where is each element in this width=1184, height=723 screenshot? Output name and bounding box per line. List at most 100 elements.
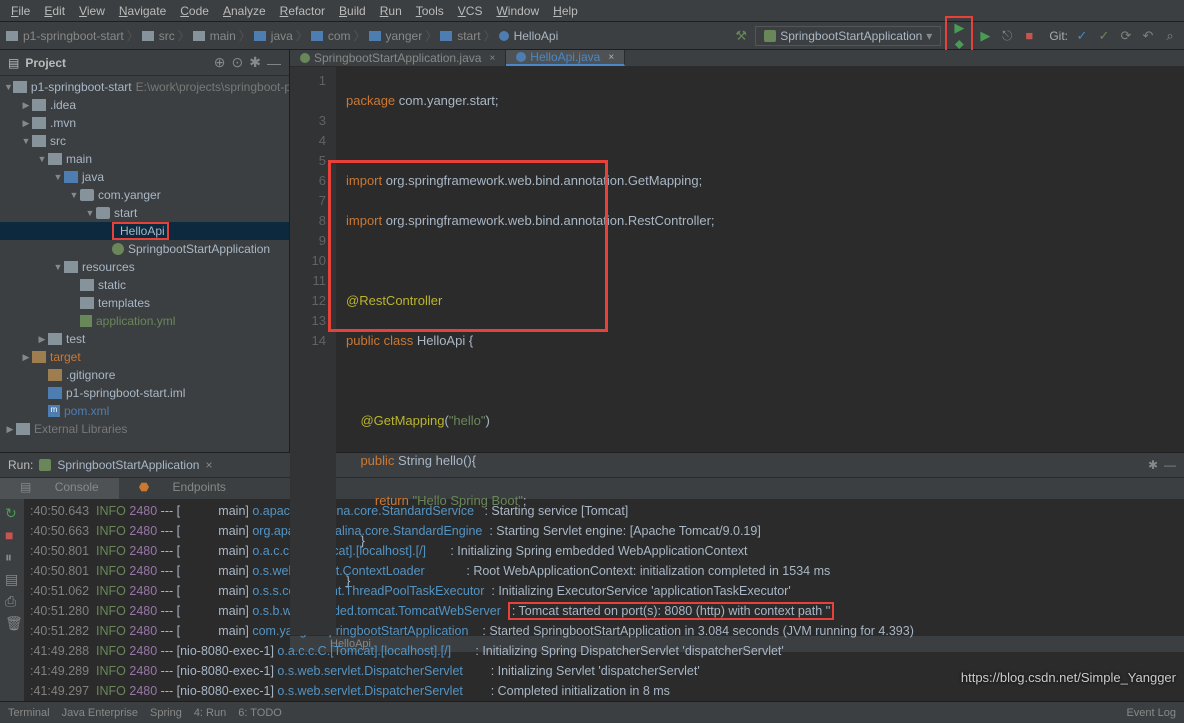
- tree-gitignore[interactable]: .gitignore: [0, 366, 289, 384]
- tree-main[interactable]: ▼main: [0, 150, 289, 168]
- collapse-icon[interactable]: ⊕: [214, 54, 226, 71]
- breadcrumb-item[interactable]: p1-springboot-start: [23, 29, 124, 43]
- status-item[interactable]: Terminal: [8, 707, 50, 719]
- tree-target[interactable]: ▶target: [0, 348, 289, 366]
- chevron-right-icon: 〉: [425, 27, 437, 44]
- close-icon[interactable]: ×: [608, 52, 614, 63]
- run-coverage-icon[interactable]: ▶: [977, 28, 993, 44]
- menu-view[interactable]: View: [72, 4, 112, 18]
- menu-window[interactable]: Window: [489, 4, 546, 18]
- tree-src[interactable]: ▼src: [0, 132, 289, 150]
- editor-tabs: SpringbootStartApplication.java× HelloAp…: [290, 50, 1184, 67]
- project-tree[interactable]: ▼p1-springboot-startE:\work\projects\spr…: [0, 76, 289, 452]
- print-icon[interactable]: ⎙: [5, 593, 19, 607]
- tab-helloapi[interactable]: HelloApi.java×: [506, 50, 625, 66]
- chevron-right-icon: 〉: [484, 27, 496, 44]
- tab-console[interactable]: ▤ Console: [0, 478, 119, 499]
- menu-build[interactable]: Build: [332, 4, 373, 18]
- stop-icon[interactable]: ■: [1021, 28, 1037, 44]
- tree-templates[interactable]: templates: [0, 294, 289, 312]
- folder-icon: [254, 31, 266, 41]
- spring-icon: [764, 30, 776, 42]
- breadcrumb-class[interactable]: HelloApi: [514, 29, 559, 43]
- tree-java[interactable]: ▼java: [0, 168, 289, 186]
- attach-icon[interactable]: ⎋: [999, 28, 1015, 44]
- breadcrumb-item[interactable]: main: [210, 29, 236, 43]
- tree-sbapp[interactable]: SpringbootStartApplication: [0, 240, 289, 258]
- folder-icon: [193, 31, 205, 41]
- spring-icon: [39, 459, 51, 471]
- menu-vcs[interactable]: VCS: [451, 4, 490, 18]
- breadcrumb-item[interactable]: src: [159, 29, 175, 43]
- tree-iml[interactable]: p1-springboot-start.iml: [0, 384, 289, 402]
- gear-icon[interactable]: ✱: [249, 54, 261, 71]
- layout-icon[interactable]: ▤: [5, 571, 19, 585]
- vcs-commit-icon[interactable]: ✓: [1096, 28, 1112, 44]
- editor-body[interactable]: 1 34567891011121314 package com.yanger.s…: [290, 67, 1184, 635]
- watermark: https://blog.csdn.net/Simple_Yangger: [961, 670, 1176, 685]
- search-icon[interactable]: ⌕: [1162, 28, 1178, 44]
- menu-file[interactable]: File: [4, 4, 37, 18]
- tree-start[interactable]: ▼start: [0, 204, 289, 222]
- close-icon[interactable]: ×: [489, 53, 495, 64]
- tree-appyml[interactable]: application.yml: [0, 312, 289, 330]
- breadcrumb-item[interactable]: java: [271, 29, 293, 43]
- stop-icon[interactable]: ■: [5, 527, 19, 541]
- tree-helloapi[interactable]: HelloApi: [0, 222, 289, 240]
- menu-help[interactable]: Help: [546, 4, 585, 18]
- rerun-icon[interactable]: ↻: [5, 505, 19, 519]
- close-icon[interactable]: ×: [205, 458, 212, 472]
- menu-refactor[interactable]: Refactor: [273, 4, 332, 18]
- editor-area: SpringbootStartApplication.java× HelloAp…: [290, 50, 1184, 452]
- event-log[interactable]: Event Log: [1126, 707, 1176, 719]
- tab-sbapp[interactable]: SpringbootStartApplication.java×: [290, 50, 506, 66]
- tree-resources[interactable]: ▼resources: [0, 258, 289, 276]
- tree-pom[interactable]: mpom.xml: [0, 402, 289, 420]
- hammer-icon[interactable]: ⚒: [733, 28, 749, 44]
- breadcrumb[interactable]: p1-springboot-start〉src〉main〉java〉com〉ya…: [6, 27, 558, 44]
- trash-icon[interactable]: 🗑: [5, 615, 19, 629]
- status-item[interactable]: Java Enterprise: [62, 707, 138, 719]
- breadcrumb-item[interactable]: start: [457, 29, 480, 43]
- statusbar-left: Terminal Java Enterprise Spring 4: Run 6: TO…: [8, 707, 282, 719]
- locate-icon[interactable]: ⊙: [232, 54, 244, 71]
- menu-run[interactable]: Run: [373, 4, 409, 18]
- gutter[interactable]: 1 34567891011121314: [290, 67, 336, 635]
- statusbar: Terminal Java Enterprise Spring 4: Run 6: TO…: [0, 701, 1184, 723]
- project-icon: ▤: [8, 56, 19, 70]
- code-area[interactable]: package com.yanger.start; import org.spr…: [336, 67, 1184, 635]
- chevron-right-icon: 〉: [178, 27, 190, 44]
- menu-edit[interactable]: Edit: [37, 4, 72, 18]
- status-item[interactable]: Spring: [150, 707, 182, 719]
- run-label: Run:: [8, 458, 33, 472]
- tab-endpoints[interactable]: ⬣ Endpoints: [119, 478, 246, 499]
- tree-mvn[interactable]: ▶.mvn: [0, 114, 289, 132]
- tree-idea[interactable]: ▶.idea: [0, 96, 289, 114]
- menu-code[interactable]: Code: [173, 4, 216, 18]
- tree-test[interactable]: ▶test: [0, 330, 289, 348]
- vcs-revert-icon[interactable]: ↶: [1140, 28, 1156, 44]
- pause-icon[interactable]: ⏸: [5, 549, 19, 563]
- run-config-selector[interactable]: SpringbootStartApplication ▾: [755, 26, 941, 46]
- menu-tools[interactable]: Tools: [409, 4, 451, 18]
- statusbar-right: Event Log: [1126, 707, 1176, 719]
- tree-root[interactable]: ▼p1-springboot-startE:\work\projects\spr…: [0, 78, 289, 96]
- menu-analyze[interactable]: Analyze: [216, 4, 273, 18]
- folder-icon: [311, 31, 323, 41]
- status-item[interactable]: 6: TODO: [238, 707, 282, 719]
- run-icon[interactable]: ▶: [951, 20, 967, 36]
- spring-icon: [300, 53, 310, 63]
- status-item[interactable]: 4: Run: [194, 707, 226, 719]
- toolbar-right: ⚒ SpringbootStartApplication ▾ ▶ ⬥ ▶ ⎋ ■…: [733, 20, 1178, 52]
- git-label: Git:: [1049, 29, 1068, 43]
- vcs-update-icon[interactable]: ✓: [1074, 28, 1090, 44]
- chevron-right-icon: 〉: [239, 27, 251, 44]
- tree-extlib[interactable]: ▶External Libraries: [0, 420, 289, 438]
- tree-pkg[interactable]: ▼com.yanger: [0, 186, 289, 204]
- vcs-history-icon[interactable]: ⟳: [1118, 28, 1134, 44]
- hide-icon[interactable]: —: [267, 55, 281, 71]
- breadcrumb-item[interactable]: yanger: [386, 29, 423, 43]
- tree-static[interactable]: static: [0, 276, 289, 294]
- breadcrumb-item[interactable]: com: [328, 29, 351, 43]
- menu-navigate[interactable]: Navigate: [112, 4, 173, 18]
